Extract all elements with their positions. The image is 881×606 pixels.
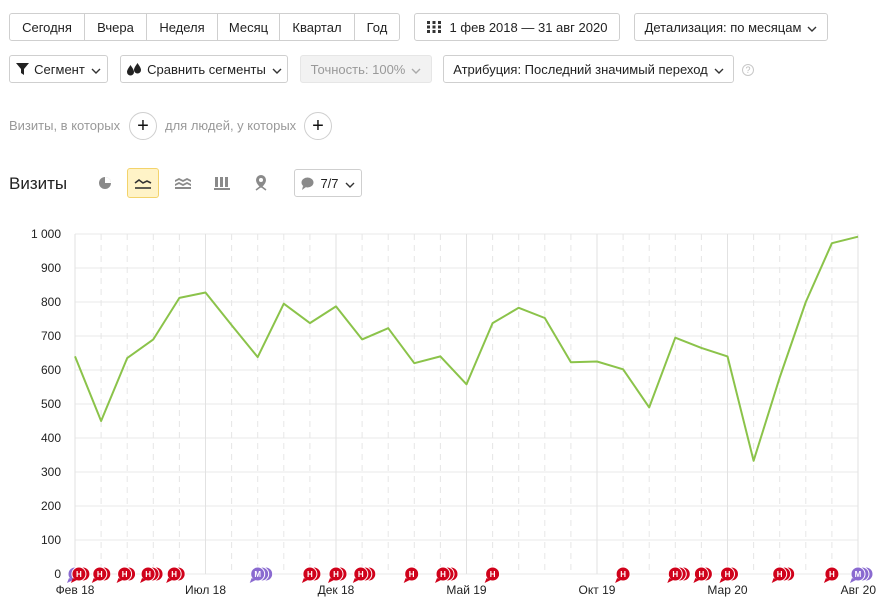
calendar-icon (426, 21, 441, 33)
comment-icon (301, 177, 314, 190)
help-icon[interactable]: ? (742, 64, 754, 76)
annotation-letter: Н (76, 570, 82, 579)
annotation-letter: Н (829, 570, 835, 579)
annotation-letter: М (855, 570, 862, 579)
segment-button[interactable]: Сегмент (9, 55, 108, 83)
compare-label: Сравнить сегменты (147, 61, 266, 77)
annotation-letter: Н (97, 570, 103, 579)
attribution-label: Атрибуция: Последний значимый переход (453, 61, 708, 77)
period-quarter-button[interactable]: Квартал (280, 14, 355, 40)
annotation-letter: Н (307, 570, 313, 579)
detail-dropdown[interactable]: Детализация: по месяцам (634, 13, 828, 41)
period-yesterday-button[interactable]: Вчера (85, 14, 147, 40)
x-tick-label: Окт 19 (579, 583, 616, 597)
date-range-label: 1 фев 2018 — 31 авг 2020 (449, 19, 608, 35)
chevron-down-icon (91, 62, 101, 77)
plus-icon: + (137, 115, 149, 137)
annotations-count: 7/7 (320, 175, 339, 191)
area-chart-icon (175, 177, 191, 189)
add-people-condition-button[interactable]: + (304, 112, 332, 140)
chart-grid (74, 233, 859, 575)
people-where-label: для людей, у которых (165, 118, 297, 133)
annotation-markers: МНННННМННННННННННННМ (67, 566, 874, 583)
chevron-down-icon (345, 176, 355, 191)
visits-where-label: Визиты, в которых (9, 118, 121, 133)
x-tick-label: Июл 18 (185, 583, 226, 597)
map-pin-icon (254, 175, 268, 191)
map-chart-toggle[interactable] (245, 168, 277, 198)
y-tick-label: 800 (41, 295, 61, 309)
y-axis: 0 100 200 300 400 500 600 700 800 900 1 000 (31, 227, 61, 581)
chevron-down-icon (411, 62, 421, 77)
chevron-down-icon (807, 20, 817, 35)
period-year-button[interactable]: Год (355, 14, 399, 40)
annotation-letter: Н (699, 570, 705, 579)
bar-chart-toggle[interactable] (206, 168, 238, 198)
y-tick-label: 600 (41, 363, 61, 377)
chevron-down-icon (714, 62, 724, 77)
visits-line-chart: 0 100 200 300 400 500 600 700 800 900 1 000 Фев 18… (31, 227, 877, 597)
annotations-dropdown[interactable]: 7/7 (294, 169, 362, 197)
y-tick-label: 300 (41, 465, 61, 479)
line-chart-icon (134, 177, 152, 189)
annotation-letter: Н (725, 570, 731, 579)
annotation-letter: Н (122, 570, 128, 579)
bar-chart-icon (214, 176, 230, 190)
period-selector: Сегодня Вчера Неделя Месяц Квартал Год (9, 13, 400, 41)
annotation-letter: М (254, 570, 261, 579)
y-tick-label: 900 (41, 261, 61, 275)
annotation-letter: Н (620, 570, 626, 579)
y-tick-label: 0 (54, 567, 61, 581)
drops-icon (126, 62, 142, 76)
x-axis: Фев 18 Июл 18 Дек 18 Май 19 Окт 19 Мар 20 Авг … (56, 583, 877, 597)
annotation-letter: Н (358, 570, 364, 579)
annotation-letter: Н (333, 570, 339, 579)
plus-icon: + (312, 115, 324, 137)
accuracy-dropdown[interactable]: Точность: 100% (300, 55, 432, 83)
x-tick-label: Мар 20 (707, 583, 747, 597)
add-visit-condition-button[interactable]: + (129, 112, 157, 140)
y-tick-label: 100 (41, 533, 61, 547)
period-week-button[interactable]: Неделя (147, 14, 218, 40)
chevron-down-icon (272, 62, 282, 77)
annotation-letter: Н (672, 570, 678, 579)
y-tick-label: 700 (41, 329, 61, 343)
chart-title: Визиты (9, 174, 68, 193)
pie-chart-icon (98, 176, 112, 190)
annotation-letter: Н (490, 570, 496, 579)
x-tick-label: Фев 18 (56, 583, 95, 597)
area-chart-toggle[interactable] (167, 168, 199, 198)
annotation-letter: Н (409, 570, 415, 579)
compare-segments-button[interactable]: Сравнить сегменты (120, 55, 288, 83)
segment-label: Сегмент (34, 61, 85, 77)
x-tick-label: Май 19 (446, 583, 487, 597)
period-today-button[interactable]: Сегодня (10, 14, 85, 40)
accuracy-label: Точность: 100% (310, 61, 406, 77)
date-range-button[interactable]: 1 фев 2018 — 31 авг 2020 (414, 13, 620, 41)
y-tick-label: 200 (41, 499, 61, 513)
line-chart-toggle[interactable] (127, 168, 159, 198)
annotation-letter: Н (171, 570, 177, 579)
pie-chart-toggle[interactable] (89, 168, 121, 198)
y-tick-label: 1 000 (31, 227, 61, 241)
period-month-button[interactable]: Месяц (218, 14, 280, 40)
detail-label: Детализация: по месяцам (644, 19, 802, 35)
filter-icon (16, 63, 30, 75)
x-tick-label: Авг 20 (841, 583, 877, 597)
attribution-dropdown[interactable]: Атрибуция: Последний значимый переход (443, 55, 734, 83)
annotation-letter: Н (145, 570, 151, 579)
annotation-letter: Н (440, 570, 446, 579)
annotation-letter: Н (777, 570, 783, 579)
y-tick-label: 400 (41, 431, 61, 445)
x-tick-label: Дек 18 (318, 583, 355, 597)
y-tick-label: 500 (41, 397, 61, 411)
